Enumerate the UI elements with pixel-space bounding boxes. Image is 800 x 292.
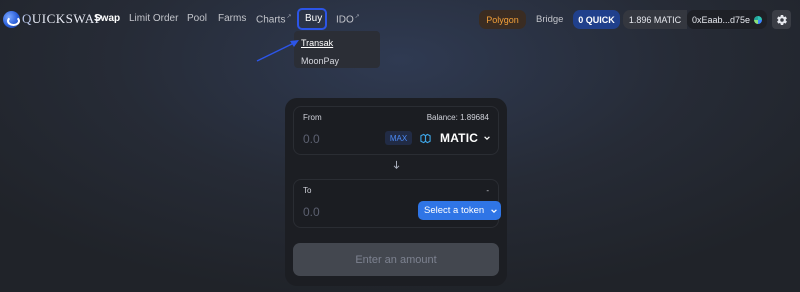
enter-amount-button[interactable]: Enter an amount: [293, 243, 499, 276]
nav-item-charts[interactable]: Charts↗: [256, 13, 291, 25]
bridge-link[interactable]: Bridge: [536, 14, 563, 25]
to-token-panel: To - 0.0 Select a token: [293, 179, 501, 228]
external-link-icon: ↗: [354, 14, 360, 20]
from-token-panel: From Balance: 1.89684 0.0 MAX MATIC: [293, 106, 499, 155]
arrow-annotation-icon: [256, 40, 299, 62]
arrow-down-icon: [393, 160, 399, 170]
gear-icon: [776, 14, 787, 25]
top-navigation-bar: QUICKSWAP Swap Limit Order Pool Farms Ch…: [0, 0, 800, 38]
max-button[interactable]: MAX: [385, 131, 412, 145]
matic-balance-pill: 1.896 MATIC: [623, 10, 687, 29]
from-amount-input[interactable]: 0.0: [303, 132, 320, 146]
nav-item-limit-order[interactable]: Limit Order: [129, 13, 178, 24]
from-token-selector[interactable]: MATIC: [420, 130, 491, 146]
nav-item-ido-label: IDO: [336, 14, 354, 26]
switch-direction-button[interactable]: [391, 160, 401, 172]
from-token-name: MATIC: [440, 131, 479, 145]
matic-token-icon: [420, 133, 431, 143]
nav-item-charts-label: Charts: [256, 14, 286, 26]
dropdown-item-transak[interactable]: Transak: [301, 34, 380, 52]
select-token-label: Select a token: [424, 205, 485, 216]
chevron-down-icon: [491, 208, 498, 213]
quick-balance-pill[interactable]: 0 QUICK: [573, 10, 620, 29]
nav-item-ido[interactable]: IDO↗: [336, 13, 360, 25]
wallet-address-button[interactable]: 0xEaab...d75e: [687, 10, 767, 29]
settings-button[interactable]: [772, 10, 791, 29]
nav-item-swap[interactable]: Swap: [94, 13, 120, 24]
nav-item-farms[interactable]: Farms: [218, 13, 246, 24]
network-badge[interactable]: Polygon: [479, 10, 526, 29]
wallet-address: 0xEaab...d75e: [692, 14, 751, 25]
to-label: To: [303, 186, 312, 195]
wallet-avatar-icon: [754, 15, 763, 24]
to-balance: -: [486, 186, 489, 195]
nav-item-pool[interactable]: Pool: [187, 13, 207, 24]
external-link-icon: ↗: [286, 14, 292, 20]
to-amount-input[interactable]: 0.0: [303, 205, 320, 219]
nav-item-buy[interactable]: Buy: [305, 13, 322, 24]
dropdown-item-moonpay[interactable]: MoonPay: [301, 52, 380, 70]
chevron-down-icon: [484, 136, 490, 141]
from-balance: Balance: 1.89684: [426, 113, 489, 122]
from-label: From: [303, 113, 322, 122]
select-token-button[interactable]: Select a token: [418, 201, 501, 220]
swap-card: From Balance: 1.89684 0.0 MAX MATIC To -…: [285, 98, 507, 286]
buy-dropdown-menu: Transak MoonPay: [294, 31, 380, 68]
